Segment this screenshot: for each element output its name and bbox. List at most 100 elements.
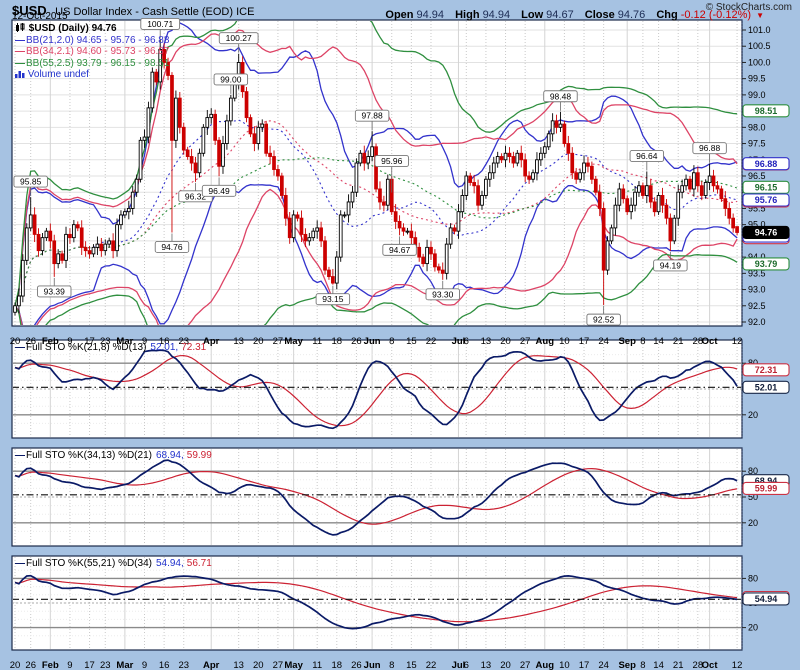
volume-bars-icon bbox=[15, 69, 25, 78]
candle-body bbox=[543, 147, 546, 153]
candle-body bbox=[457, 212, 460, 231]
high-value: 94.94 bbox=[483, 9, 511, 21]
candle-body bbox=[29, 215, 32, 228]
chart-title: US Dollar Index - Cash Settle (EOD) ICE bbox=[55, 6, 254, 18]
candle-body bbox=[485, 179, 488, 195]
chart-canvas: 95.8593.39100.7194.7696.3296.4999.00100.… bbox=[0, 0, 800, 670]
candle-body bbox=[496, 157, 499, 163]
svg-text:50: 50 bbox=[748, 492, 758, 502]
candle-body bbox=[80, 228, 83, 247]
candle-body bbox=[696, 173, 699, 186]
price-callout: 94.19 bbox=[654, 252, 688, 271]
svg-text:27: 27 bbox=[520, 336, 531, 347]
candle-body bbox=[284, 195, 287, 218]
svg-text:12: 12 bbox=[732, 336, 743, 347]
candle-body bbox=[88, 251, 91, 254]
candle-body bbox=[465, 176, 468, 195]
svg-text:14: 14 bbox=[653, 660, 664, 670]
sto-panel-3-header: —Full STO %K(55,21) %D(34)54.94,56.71 bbox=[15, 558, 212, 569]
candle-body bbox=[359, 153, 362, 163]
candle-body bbox=[720, 189, 723, 199]
candle-body bbox=[186, 150, 189, 156]
svg-text:94.19: 94.19 bbox=[660, 260, 682, 270]
candle-body bbox=[84, 247, 87, 250]
svg-text:13: 13 bbox=[233, 336, 244, 347]
candle-body bbox=[363, 153, 366, 163]
candle-body bbox=[331, 277, 334, 283]
candle-body bbox=[18, 296, 21, 306]
svg-text:99.00: 99.00 bbox=[220, 74, 242, 84]
svg-text:80: 80 bbox=[748, 573, 758, 583]
price-callout: 96.88 bbox=[693, 143, 727, 163]
bb-middle-line bbox=[15, 158, 737, 306]
svg-text:94.60: 94.60 bbox=[755, 233, 778, 243]
candle-body bbox=[104, 244, 107, 250]
candle-body bbox=[69, 234, 72, 237]
legend-bb55-row: —BB(55,2.5) 93.79 - 96.15 - 98.51 bbox=[15, 58, 169, 70]
candle-body bbox=[194, 163, 197, 173]
candle-body bbox=[14, 306, 17, 312]
svg-text:Jul: Jul bbox=[452, 660, 466, 670]
line-swatch-icon: — bbox=[15, 58, 25, 69]
candle-body bbox=[202, 127, 205, 153]
bb-lower-line bbox=[15, 185, 737, 334]
candle-body bbox=[120, 215, 123, 225]
candle-body bbox=[653, 202, 656, 212]
candle-body bbox=[320, 228, 323, 241]
candle-body bbox=[622, 189, 625, 199]
svg-text:May: May bbox=[284, 336, 303, 347]
line-swatch-icon: — bbox=[15, 46, 25, 57]
svg-text:56.71: 56.71 bbox=[755, 593, 778, 603]
candle-body bbox=[645, 186, 648, 196]
candles bbox=[14, 39, 739, 315]
candle-body bbox=[45, 231, 48, 237]
svg-text:27: 27 bbox=[520, 660, 531, 670]
candle-body bbox=[123, 212, 126, 215]
svg-text:Sep: Sep bbox=[618, 660, 636, 670]
candle-body bbox=[728, 208, 731, 218]
svg-text:96.0: 96.0 bbox=[748, 187, 766, 197]
candle-body bbox=[265, 124, 268, 153]
svg-text:Jun: Jun bbox=[364, 336, 381, 347]
legend-main-row: $USD (Daily) 94.76 bbox=[15, 23, 169, 35]
svg-text:20: 20 bbox=[748, 518, 758, 528]
candle-body bbox=[335, 257, 338, 283]
candle-body bbox=[673, 218, 676, 241]
candle-body bbox=[135, 179, 138, 192]
chg-label: Chg bbox=[656, 9, 677, 21]
svg-text:8: 8 bbox=[389, 660, 394, 670]
candle-body bbox=[304, 234, 307, 240]
candle-body bbox=[594, 179, 597, 192]
candle-body bbox=[453, 228, 456, 231]
candle-body bbox=[693, 173, 696, 189]
svg-text:96.88: 96.88 bbox=[699, 143, 721, 153]
svg-text:96.15: 96.15 bbox=[755, 183, 778, 193]
candle-body bbox=[590, 166, 593, 179]
candle-body bbox=[386, 179, 389, 205]
svg-text:13: 13 bbox=[481, 660, 492, 670]
candle-body bbox=[241, 62, 244, 91]
candle-body bbox=[551, 121, 554, 134]
svg-text:18: 18 bbox=[332, 660, 343, 670]
candle-body bbox=[712, 176, 715, 186]
candle-body bbox=[21, 260, 24, 296]
quote-row: Open94.94 High94.94 Low94.67 Close94.76 … bbox=[377, 9, 764, 21]
svg-text:97.5: 97.5 bbox=[748, 139, 766, 149]
svg-text:18: 18 bbox=[332, 336, 343, 347]
svg-text:94.5: 94.5 bbox=[748, 236, 766, 246]
svg-text:20: 20 bbox=[253, 660, 264, 670]
svg-text:26: 26 bbox=[351, 660, 362, 670]
svg-text:20: 20 bbox=[10, 660, 21, 670]
chart-date: 12-Oct-2015 bbox=[12, 11, 68, 22]
candle-body bbox=[504, 153, 507, 159]
candle-body bbox=[198, 153, 201, 172]
svg-text:95.96: 95.96 bbox=[381, 156, 403, 166]
svg-text:27: 27 bbox=[273, 336, 284, 347]
candle-body bbox=[280, 176, 283, 195]
close-value: 94.76 bbox=[618, 9, 646, 21]
axis-badge: 59.99 bbox=[743, 482, 789, 494]
svg-text:93.0: 93.0 bbox=[748, 285, 766, 295]
close-label: Close bbox=[585, 9, 615, 21]
price-callout: 95.85 bbox=[14, 176, 48, 196]
candle-body bbox=[587, 163, 590, 166]
